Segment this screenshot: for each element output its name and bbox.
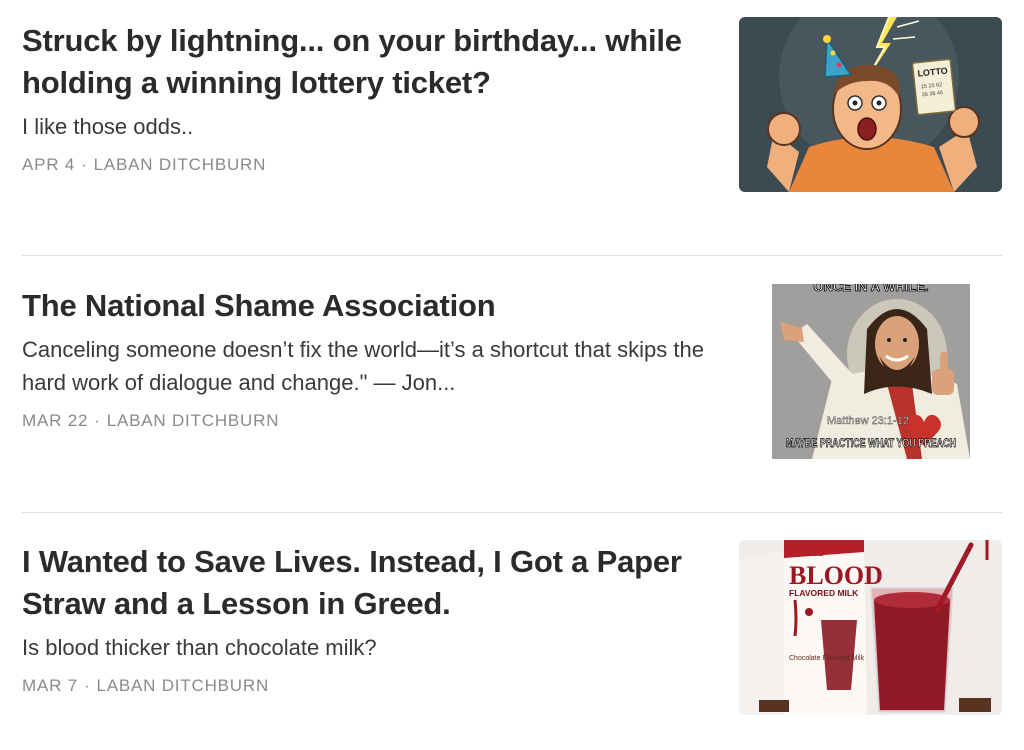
post-text: The National Shame Association Canceling… <box>22 285 712 431</box>
post-divider <box>22 512 1002 513</box>
post-subtitle: I like those odds.. <box>22 114 194 139</box>
post-text: I Wanted to Save Lives. Instead, I Got a… <box>22 541 712 696</box>
iced-blood-milk-carton-icon: ICED BLOOD FLAVORED MILK Chocolate Flavo… <box>739 540 1002 715</box>
post-thumbnail[interactable]: ONCE IN A WHILE. Matthew 23:1-12 MAYBE P… <box>772 284 970 459</box>
meme-bottom-caption: MAYBE PRACTICE WHAT YOU PREACH <box>786 438 956 450</box>
post-thumbnail[interactable]: ICED BLOOD FLAVORED MILK Chocolate Flavo… <box>739 540 1002 715</box>
post-meta: MAR 22 · LABAN DITCHBURN <box>22 411 712 431</box>
buddy-christ-meme-icon: ONCE IN A WHILE. Matthew 23:1-12 MAYBE P… <box>772 284 970 459</box>
post-meta: APR 4 · LABAN DITCHBURN <box>22 155 712 175</box>
meta-separator: · <box>83 676 91 695</box>
meta-separator: · <box>94 411 101 430</box>
post-feed: Struck by lightning... on your birthday.… <box>0 0 1024 750</box>
post-thumbnail[interactable]: LOTTO 15 25 62 36 38 45 <box>739 17 1002 192</box>
post-author[interactable]: LABAN DITCHBURN <box>94 155 267 174</box>
post-author[interactable]: LABAN DITCHBURN <box>96 676 269 695</box>
carton-side-label: Chocolate Flavored Milk <box>789 655 865 662</box>
post-date: MAR 22 <box>22 411 89 430</box>
carton-top-label: ICED <box>801 548 825 559</box>
post-author[interactable]: LABAN DITCHBURN <box>107 411 280 430</box>
post-date: MAR 7 <box>22 676 78 695</box>
lightning-birthday-lottery-illustration-icon: LOTTO 15 25 62 36 38 45 <box>739 17 1002 192</box>
post-date: APR 4 <box>22 155 76 174</box>
post-title[interactable]: I Wanted to Save Lives. Instead, I Got a… <box>22 541 712 625</box>
meme-verse: Matthew 23:1-12 <box>827 415 909 427</box>
meme-top-caption: ONCE IN A WHILE. <box>813 284 928 294</box>
post-text: Struck by lightning... on your birthday.… <box>22 20 712 175</box>
post-title[interactable]: The National Shame Association <box>22 285 712 327</box>
meta-separator: · <box>81 155 88 174</box>
post-divider <box>22 255 1002 256</box>
carton-sub-label: FLAVORED MILK <box>789 588 859 598</box>
post-title[interactable]: Struck by lightning... on your birthday.… <box>22 20 712 104</box>
carton-main-label: BLOOD <box>789 561 883 590</box>
post-meta: MAR 7 · LABAN DITCHBURN <box>22 676 712 696</box>
post-subtitle: Is blood thicker than chocolate milk? <box>22 635 377 660</box>
post-subtitle: Canceling someone doesn’t fix the world—… <box>22 337 704 395</box>
